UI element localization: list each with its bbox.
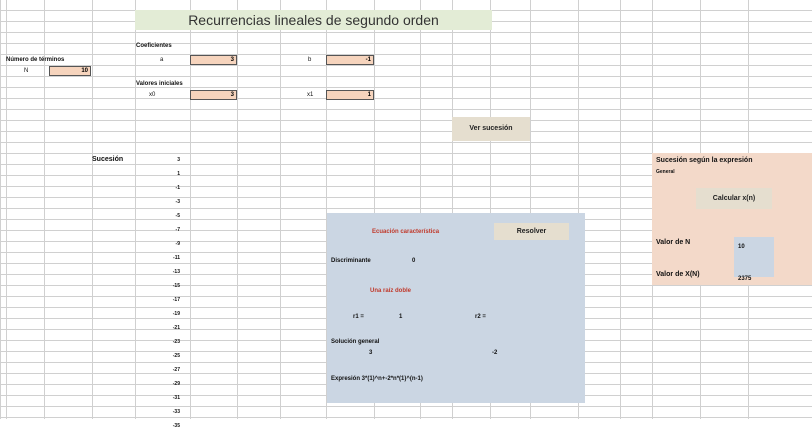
right-n-label: Valor de N (656, 239, 691, 246)
grid-row-line (0, 54, 812, 55)
spreadsheet-sheet[interactable]: Recurrencias lineales de segundo orden C… (0, 0, 812, 429)
char-title: Ecuación característica (372, 229, 440, 235)
discriminant-value: 0 (412, 258, 416, 264)
sequence-value: -3 (175, 199, 180, 205)
sequence-value: -17 (172, 297, 180, 303)
coef-b-input[interactable]: -1 (326, 55, 374, 65)
x1-label: x1 (307, 92, 314, 98)
grid-row-line (0, 87, 812, 88)
sequence-value: 3 (177, 157, 180, 163)
sequence-value: -1 (175, 185, 180, 191)
characteristic-panel: Ecuación característica Resolver Discrim… (327, 213, 585, 403)
coefficients-label: Coeficientes (136, 43, 172, 49)
grid-row-line (0, 76, 812, 77)
sequence-value: -15 (172, 283, 180, 289)
x1-input[interactable]: 1 (326, 90, 374, 100)
grid-row-line (0, 131, 812, 132)
grid-row-line (0, 65, 812, 66)
double-root-text: Una raíz doble (370, 288, 412, 294)
sheet-title: Recurrencias lineales de segundo orden (135, 10, 492, 30)
n-input[interactable]: 10 (49, 66, 91, 76)
sequence-value: -33 (172, 409, 180, 415)
right-x-value: 2375 (738, 276, 752, 282)
x0-label: x0 (149, 92, 156, 98)
general-solution-label: Solución general (331, 339, 380, 345)
sequence-value: -9 (175, 241, 180, 247)
discriminant-label: Discriminante (331, 258, 371, 264)
right-title: Sucesión según la expresión (656, 157, 753, 164)
right-subtitle: General (656, 169, 675, 175)
sequence-value: -35 (172, 423, 180, 429)
n-label: N (24, 68, 29, 74)
sequence-value: -11 (173, 255, 180, 261)
sequence-value: -21 (172, 325, 180, 331)
r2-label: r2 = (475, 314, 486, 320)
grid-row-line (0, 98, 812, 99)
sequence-value: -13 (172, 269, 180, 275)
grid-row-line (0, 142, 812, 143)
calcular-button[interactable]: Calcular x(n) (696, 188, 772, 209)
initial-values-label: Valores iniciales (136, 81, 183, 87)
sequence-value: -5 (175, 213, 180, 219)
sequence-value: -7 (175, 227, 180, 233)
grid-col-line (280, 0, 281, 419)
grid-col-line (135, 0, 136, 419)
r1-value: 1 (399, 314, 403, 320)
expression-text: Expresión 3*(1)^n+-2*n*(1)^(n-1) (331, 376, 423, 382)
grid-col-line (0, 0, 1, 419)
grid-row-line (0, 43, 812, 44)
general-solution-val1: 3 (369, 350, 373, 356)
sequence-value: -23 (172, 339, 180, 345)
resolver-button[interactable]: Resolver (494, 223, 569, 240)
grid-col-line (620, 0, 621, 419)
sequence-value: -29 (172, 381, 180, 387)
right-x-label: Valor de X(N) (656, 271, 700, 278)
coef-a-label: a (160, 57, 164, 63)
r1-label: r1 = (353, 314, 364, 320)
num-terms-label: Número de términos (6, 57, 65, 63)
right-panel: Sucesión según la expresión General Calc… (652, 153, 812, 285)
grid-row-line (0, 120, 812, 121)
sequence-value: -31 (172, 395, 180, 401)
general-solution-val2: -2 (492, 350, 498, 356)
grid-row-line (0, 32, 812, 33)
coef-b-label: b (308, 57, 312, 63)
sequence-value: -25 (172, 353, 180, 359)
grid-col-line (237, 0, 238, 419)
grid-col-line (92, 0, 93, 419)
grid-row-line (0, 109, 812, 110)
grid-row-line (0, 417, 812, 418)
grid-row-line (0, 406, 812, 407)
right-n-value: 10 (738, 244, 745, 250)
sequence-value: -27 (172, 367, 180, 373)
sequence-label: Sucesión (92, 156, 124, 163)
sequence-value: -19 (172, 311, 180, 317)
ver-sucesion-button[interactable]: Ver sucesión (452, 117, 530, 141)
coef-a-input[interactable]: 3 (190, 55, 237, 65)
x0-input[interactable]: 3 (190, 90, 237, 100)
sequence-value: 1 (177, 171, 180, 177)
